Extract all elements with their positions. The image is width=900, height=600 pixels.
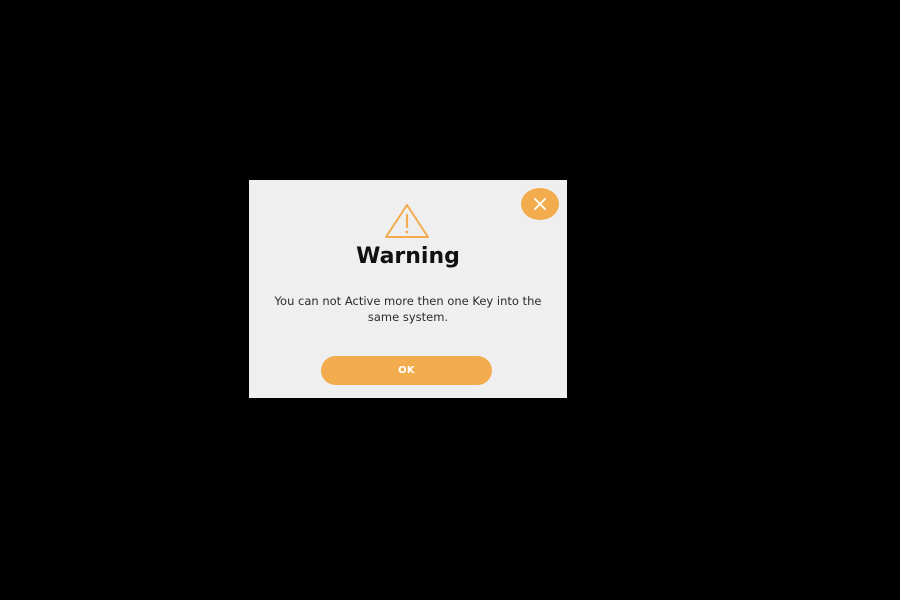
ok-button[interactable]: OK bbox=[321, 356, 492, 385]
screen-backdrop: Warning You can not Active more then one… bbox=[0, 0, 900, 600]
close-button[interactable] bbox=[521, 188, 559, 220]
close-icon bbox=[534, 198, 546, 210]
warning-dialog: Warning You can not Active more then one… bbox=[249, 180, 567, 398]
dialog-title: Warning bbox=[356, 244, 460, 269]
dialog-message: You can not Active more then one Key int… bbox=[274, 294, 542, 324]
warning-triangle-icon bbox=[385, 204, 429, 238]
